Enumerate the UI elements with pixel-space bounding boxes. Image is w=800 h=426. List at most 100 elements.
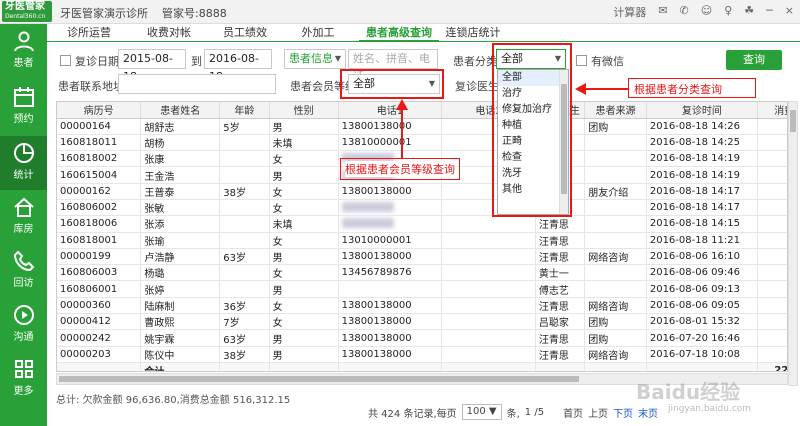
table-cell: 3,840.00 [757, 346, 787, 363]
table-cell: 未填 [269, 215, 339, 233]
table-cell: 190.00 [757, 313, 787, 331]
revisit-date-label: 复诊日期 [75, 55, 119, 68]
column-header[interactable]: 年龄 [219, 102, 270, 119]
phone-icon[interactable]: ✆ [680, 4, 689, 20]
table-cell: 2016-08-06 09:46 [646, 264, 758, 282]
record-count: 共 424 条记录,每页 [368, 408, 457, 420]
revisit-date-checkbox[interactable] [60, 55, 71, 66]
table-cell [441, 248, 536, 266]
page-size-select[interactable]: 100 ▼ [461, 404, 502, 420]
date-to-input[interactable]: 2016-08-18 [204, 49, 272, 83]
table-cell: 13456789876 [338, 264, 443, 282]
page-unit: 条, [506, 408, 520, 420]
total-cell: 221,356.30 [757, 362, 787, 371]
vertical-scrollbar[interactable] [788, 101, 798, 386]
table-row[interactable]: 00000162王普泰38岁女13800138000毛锋鸽朋友介绍2016-08… [57, 183, 787, 200]
table-row[interactable]: 160806002张敏女毛锋鸽2016-08-18 14:17 [57, 199, 787, 217]
table-cell: 张瑜 [140, 232, 221, 249]
table-cell: 13800138000 [338, 346, 443, 363]
tab-bar: 诊所运营 收费对帐 员工绩效 外加工 患者高级查询 连锁店统计 [47, 24, 800, 42]
mail-icon[interactable]: ✉ [658, 4, 667, 20]
tab-staff-performance[interactable]: 员工绩效 [215, 24, 275, 42]
table-row[interactable]: 160806003 杨璐 女 13456789876 黄士一 2016-08-06 09:… [57, 264, 787, 282]
search-button[interactable]: 查询 [726, 50, 782, 70]
table-cell [219, 150, 270, 168]
next-page-link[interactable]: 下页 [613, 405, 633, 420]
smile-icon[interactable]: ☺ [701, 4, 712, 20]
table-cell: 160806002 [57, 199, 142, 217]
table-cell [757, 150, 787, 168]
first-page-link[interactable]: 首页 [563, 405, 583, 420]
table-cell: 13800138000 [338, 183, 443, 200]
prev-page-link[interactable]: 上页 [588, 405, 608, 420]
tab-billing-reconciliation[interactable]: 收费对帐 [139, 24, 199, 42]
table-row[interactable]: 00000360 陆麻制 36岁女 13800138000 汪青思 网络咨询 2016-08… [57, 297, 787, 315]
column-header[interactable]: 消费总金额 [757, 102, 787, 119]
minimize-button[interactable]: ─ [766, 4, 773, 20]
column-header[interactable]: 电话1 [338, 102, 443, 119]
column-header[interactable]: 复诊时间 [646, 102, 758, 119]
calculator-button[interactable]: 计算器 [613, 4, 646, 20]
table-cell [219, 280, 270, 298]
table-cell: 13800138000 [338, 329, 443, 347]
table-cell: 女 [269, 183, 339, 200]
table-cell: 13010000001 [338, 232, 443, 249]
table-row[interactable]: 00000412 曹政熙 7岁女 13800138000 吕聪家 团购 2016-08-01… [57, 313, 787, 331]
table-cell [757, 134, 787, 152]
table-cell: 傅志艺 [535, 280, 586, 298]
total-cell [646, 362, 758, 371]
sidebar-item-communication[interactable]: 沟通 [0, 298, 47, 352]
tab-chain-store-statistics[interactable]: 连锁店统计 [441, 24, 505, 42]
table-row[interactable]: 00000203 陈仪中 38岁男 13800138000 汪青思 网络咨询 2016-07… [57, 346, 787, 363]
column-header[interactable]: 性别 [269, 102, 339, 119]
table-cell: 4,000.00 [757, 183, 787, 200]
table-cell: 朋友介绍 [584, 183, 647, 200]
table-row[interactable]: 160806001 张婷 男 傅志艺 2016-08-06 09:13 [57, 280, 787, 298]
table-cell: 陆麻制 [140, 297, 221, 315]
scroll-thumb[interactable] [790, 110, 796, 132]
table-cell [441, 232, 536, 249]
sidebar-item-warehouse[interactable]: 库房 [0, 190, 47, 244]
redacted-phone [341, 202, 394, 213]
last-page-link[interactable]: 末页 [638, 405, 658, 420]
table-row[interactable]: 160818011胡杨未填13810000001马思卓2016-08-18 14… [57, 134, 787, 152]
tab-clinic-operations[interactable]: 诊所运营 [59, 24, 119, 42]
calendar-icon [13, 87, 34, 107]
sidebar-item-follow-up[interactable]: 回访 [0, 244, 47, 298]
search-input[interactable]: 姓名、拼音、电话 [348, 49, 438, 83]
table-cell [441, 280, 536, 298]
scroll-thumb[interactable] [59, 376, 579, 382]
tab-advanced-patient-query[interactable]: 患者高级查询 [359, 24, 439, 42]
table-cell: 2016-08-18 14:17 [646, 199, 758, 217]
address-input[interactable] [118, 74, 276, 94]
table-row[interactable]: 160818001 张瑜 女 13010000001 汪青思 2016-08-18 11:… [57, 232, 787, 249]
table-cell [584, 134, 647, 152]
total-cell [584, 362, 647, 371]
column-header[interactable]: 患者来源 [584, 102, 647, 119]
close-button[interactable]: × [785, 4, 794, 20]
table-cell [441, 264, 536, 282]
table-cell: 汪青思 [535, 329, 586, 347]
sidebar-item-statistics[interactable]: 统计 [0, 136, 47, 190]
column-header[interactable]: 患者姓名 [140, 102, 221, 119]
sidebar-item-more[interactable]: 更多 [0, 352, 47, 406]
table-cell: 吕聪家 [535, 313, 586, 331]
table-cell [757, 118, 787, 135]
total-cell: 合计 [140, 362, 221, 371]
table-row[interactable]: 160818006 张添 未填 汪青思 2016-08-18 14:15 [57, 215, 787, 233]
sidebar-item-patients[interactable]: 患者 [0, 24, 47, 78]
column-header[interactable]: 病历号 [57, 102, 142, 119]
tab-external-processing[interactable]: 外加工 [293, 24, 343, 42]
user-icon[interactable]: ♀ [724, 4, 732, 20]
patient-info-select[interactable]: 患者信息 ▼ [284, 49, 346, 69]
table-row[interactable]: 00000242 姚宇霖 63岁男 13800138000 汪青思 团购 2016-07-2… [57, 329, 787, 347]
clover-icon[interactable]: ☘ [744, 4, 754, 20]
table-cell [441, 313, 536, 331]
table-row[interactable]: 00000164胡舒志5岁男13800138000汪青思团购2016-08-18… [57, 118, 787, 135]
wechat-checkbox[interactable] [576, 55, 587, 66]
table-row[interactable]: 00000199 卢浩静 63岁男 13800138000 汪青思 网络咨询 2016-08… [57, 248, 787, 266]
table-cell: 胡杨 [140, 134, 221, 152]
sidebar-item-appointments[interactable]: 预约 [0, 80, 47, 134]
table-cell: 36岁 [219, 297, 270, 315]
date-from-input[interactable]: 2015-08-18 [118, 49, 186, 83]
